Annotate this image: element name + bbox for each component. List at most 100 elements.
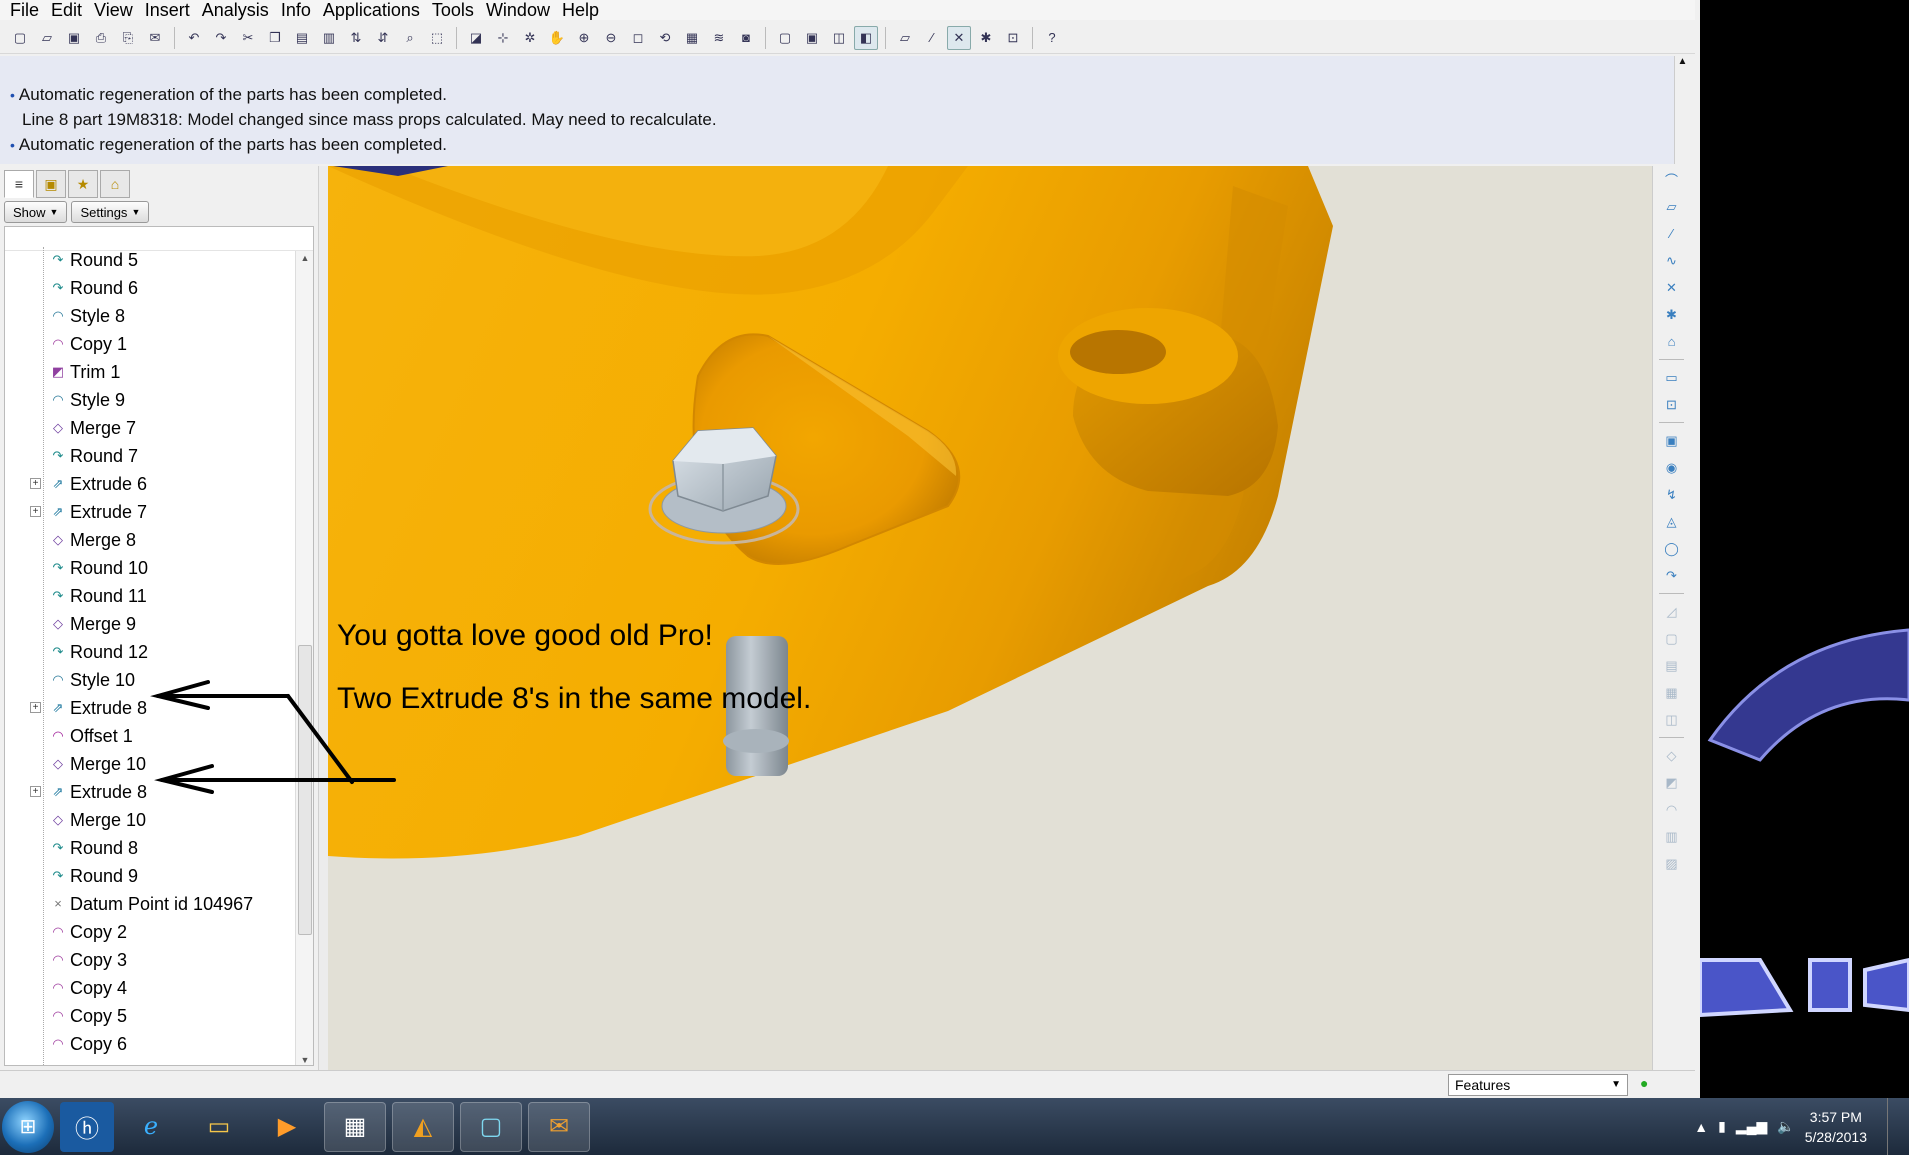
menu-window[interactable]: Window (480, 1, 556, 19)
menu-tools[interactable]: Tools (426, 1, 480, 19)
file-explorer-icon[interactable]: ▭ (188, 1102, 250, 1152)
menu-view[interactable]: View (88, 1, 139, 19)
blend-tool-icon[interactable]: ◬ (1653, 508, 1690, 535)
tree-item[interactable]: ◇ Merge 10 (5, 806, 293, 834)
send-icon[interactable]: ✉ (143, 26, 167, 50)
open-icon[interactable]: ▱ (35, 26, 59, 50)
volume-icon[interactable]: 🔈 (1777, 1118, 1794, 1135)
tree-item[interactable]: ↷ Round 10 (5, 554, 293, 582)
layers-icon[interactable]: ≋ (707, 26, 731, 50)
paste-icon[interactable]: ▤ (290, 26, 314, 50)
tree-item[interactable]: ◇ Merge 9 (5, 610, 293, 638)
datum-axes-icon[interactable]: ⁄ (920, 26, 944, 50)
pan-icon[interactable]: ✋ (545, 26, 569, 50)
sketch-icon[interactable]: ⌒ (1653, 166, 1690, 193)
favorites-tab[interactable]: ★ (68, 170, 98, 198)
tree-item[interactable]: ↷ Round 12 (5, 638, 293, 666)
tree-item[interactable]: ◇ Merge 7 (5, 414, 293, 442)
panel-splitter[interactable] (318, 166, 328, 1070)
tree-item[interactable]: ◠ Copy 5 (5, 1002, 293, 1030)
clock[interactable]: 3:57 PM 5/28/2013 (1805, 1107, 1867, 1147)
show-button[interactable]: Show ▼ (4, 201, 68, 223)
menu-applications[interactable]: Applications (317, 1, 426, 19)
menu-analysis[interactable]: Analysis (196, 1, 275, 19)
offset-tool-icon[interactable]: ◠ (1653, 796, 1690, 823)
menu-file[interactable]: File (4, 1, 45, 19)
tree-item[interactable]: ↷ Round 5 (5, 246, 293, 274)
tree-item[interactable]: ◠ Style 9 (5, 386, 293, 414)
zoom-in-icon[interactable]: ⊕ (572, 26, 596, 50)
tree-item[interactable]: ◠ Copy 1 (5, 330, 293, 358)
hidden-line-icon[interactable]: ▣ (800, 26, 824, 50)
tree-item[interactable]: ◠ Copy 2 (5, 918, 293, 946)
tree-item[interactable]: ◠ Style 8 (5, 302, 293, 330)
tree-item[interactable]: ↷ Round 11 (5, 582, 293, 610)
tree-item[interactable]: ◇ Merge 8 (5, 526, 293, 554)
saved-views-icon[interactable]: ▦ (680, 26, 704, 50)
mirror-tool-icon[interactable]: ◫ (1653, 706, 1690, 733)
annotations-icon[interactable]: ⊡ (1001, 26, 1025, 50)
tree-item[interactable]: ◩ Trim 1 (5, 358, 293, 386)
show-desktop-button[interactable] (1887, 1098, 1899, 1155)
snipping-tool-icon[interactable]: ▢ (460, 1101, 522, 1152)
shading-icon[interactable]: ◧ (854, 25, 878, 50)
expand-icon[interactable]: + (30, 702, 41, 713)
rib-tool-icon[interactable]: ▤ (1653, 652, 1690, 679)
model-tree-tab[interactable]: ≡ (4, 170, 34, 198)
expand-icon[interactable]: + (30, 786, 41, 797)
print-preview-icon[interactable]: ⎘ (116, 26, 140, 50)
tree-item[interactable]: ↷ Round 9 (5, 862, 293, 890)
scroll-down-icon[interactable]: ▼ (296, 1055, 313, 1065)
folder-browser-tab[interactable]: ▣ (36, 170, 66, 198)
tree-item[interactable]: ↷ Round 6 (5, 274, 293, 302)
tree-item[interactable]: ◠ Copy 6 (5, 1030, 293, 1058)
repaint-icon[interactable]: ◪ (464, 26, 488, 50)
app-window-icon[interactable]: ▦ (324, 1101, 386, 1152)
selection-filter[interactable]: Features ▼ (1448, 1074, 1628, 1096)
axis-icon[interactable]: ⁄ (1653, 220, 1690, 247)
connections-tab[interactable]: ⌂ (100, 170, 130, 198)
regenerate-icon[interactable]: ⇅ (344, 26, 368, 50)
datum-points-icon[interactable]: ✕ (947, 25, 971, 50)
plane-icon[interactable]: ▱ (1653, 193, 1690, 220)
spin-center-icon[interactable]: ✲ (518, 26, 542, 50)
network-icon[interactable]: ▂▄▆ (1736, 1118, 1767, 1135)
tree-item[interactable]: ◠ Copy 3 (5, 946, 293, 974)
shell-tool-icon[interactable]: ▢ (1653, 625, 1690, 652)
start-button[interactable]: ⊞ (2, 1100, 54, 1153)
revolve-tool-icon[interactable]: ◉ (1653, 454, 1690, 481)
hole-tool-icon[interactable]: ◯ (1653, 535, 1690, 562)
outlook-icon[interactable]: ✉ (528, 1101, 590, 1152)
appearance-icon[interactable]: ◙ (734, 26, 758, 50)
boundary-icon[interactable]: ⊡ (1653, 391, 1690, 418)
menu-edit[interactable]: Edit (45, 1, 88, 19)
datum-planes-icon[interactable]: ▱ (893, 26, 917, 50)
graphics-window[interactable]: You gotta love good old Pro! Two Extrude… (328, 166, 1652, 1070)
find-icon[interactable]: ⌕ (398, 26, 422, 50)
thicken-tool-icon[interactable]: ▥ (1653, 823, 1690, 850)
new-icon[interactable]: ▢ (8, 26, 32, 50)
cut-icon[interactable]: ✂ (236, 26, 260, 50)
media-player-icon[interactable]: ▶ (256, 1102, 318, 1152)
round-tool-icon[interactable]: ↷ (1653, 562, 1690, 589)
creo-app-icon[interactable]: ◭ (392, 1101, 454, 1152)
coord-sys-icon[interactable]: ✱ (974, 26, 998, 50)
analysis-icon[interactable]: ⌂ (1653, 328, 1690, 355)
solidify-tool-icon[interactable]: ▨ (1653, 850, 1690, 877)
tree-item[interactable]: + ⇗ Extrude 6 (5, 470, 293, 498)
undo-icon[interactable]: ↶ (182, 26, 206, 50)
hp-app-icon[interactable]: ⓗ (60, 1101, 114, 1152)
context-help-icon[interactable]: ? (1040, 26, 1064, 50)
merge-tool-icon[interactable]: ◇ (1653, 742, 1690, 769)
regen-manager-icon[interactable]: ⇵ (371, 26, 395, 50)
wireframe-icon[interactable]: ▢ (773, 26, 797, 50)
paste-special-icon[interactable]: ▥ (317, 26, 341, 50)
style-tool-icon[interactable]: ▭ (1653, 364, 1690, 391)
extrude-tool-icon[interactable]: ▣ (1653, 427, 1690, 454)
reorient-icon[interactable]: ⟲ (653, 26, 677, 50)
zoom-out-icon[interactable]: ⊖ (599, 26, 623, 50)
no-hidden-icon[interactable]: ◫ (827, 26, 851, 50)
print-icon[interactable]: ⎙ (89, 26, 113, 50)
tree-item[interactable]: ◠ Copy 4 (5, 974, 293, 1002)
menu-help[interactable]: Help (556, 1, 605, 19)
